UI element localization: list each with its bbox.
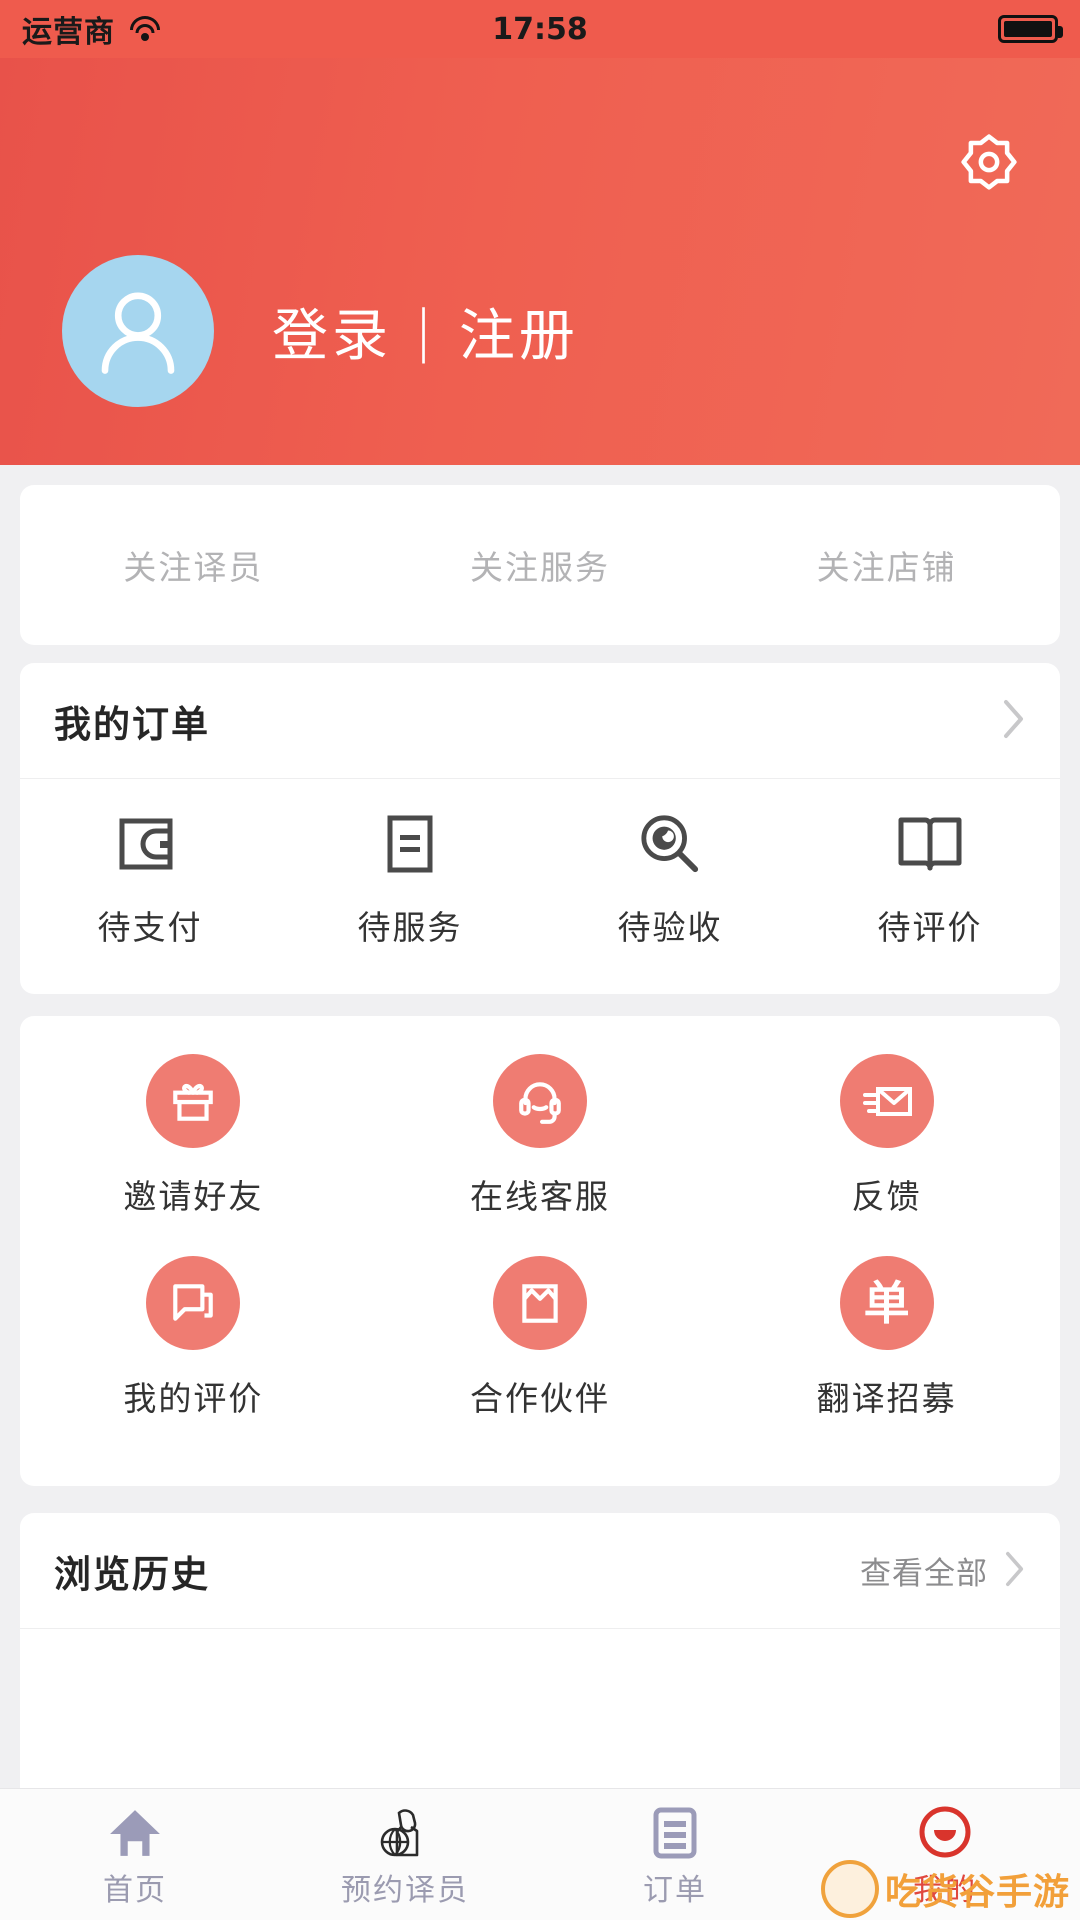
follow-card: 关注译员 关注服务 关注店铺	[20, 485, 1060, 645]
service-feedback[interactable]: 反馈	[713, 1054, 1060, 1218]
clock-label: 17:58	[492, 11, 588, 47]
orders-status-grid: 待支付 待服务 待验收 待评价	[20, 779, 1060, 994]
profile-circle-icon	[918, 1801, 972, 1859]
profile-header: 登录 | 注册	[0, 0, 1080, 465]
app-screen: 登录 | 注册 运营商 17:58 关注译员 关注服务 关注店铺 我的订单 待支…	[0, 0, 1080, 1920]
services-card: 邀请好友 在线客服 反馈 我的评价 合作伙伴 单 翻译招募	[20, 1016, 1060, 1486]
follow-item-shops[interactable]: 关注店铺	[713, 541, 1060, 589]
list-icon	[652, 1801, 698, 1859]
login-register-text[interactable]: 登录 | 注册	[272, 291, 579, 372]
register-label[interactable]: 注册	[459, 291, 579, 372]
follow-item-services[interactable]: 关注服务	[367, 541, 714, 589]
order-status-label: 待验收	[617, 908, 723, 947]
chevron-right-icon[interactable]	[1004, 1551, 1026, 1591]
tab-book-interpreter[interactable]: 预约译员	[270, 1801, 540, 1909]
follow-item-translators[interactable]: 关注译员	[20, 541, 367, 589]
tab-label: 首页	[103, 1872, 167, 1908]
order-status-label: 待服务	[357, 908, 463, 947]
service-my-reviews[interactable]: 我的评价	[20, 1256, 367, 1420]
home-icon	[108, 1801, 162, 1859]
service-online-support[interactable]: 在线客服	[367, 1054, 714, 1218]
tab-home[interactable]: 首页	[0, 1801, 270, 1909]
service-label: 反馈	[851, 1177, 922, 1216]
orders-header[interactable]: 我的订单	[20, 663, 1060, 779]
gift-icon	[146, 1054, 241, 1148]
bottom-navigation: 首页 预约译员 订单 我的	[0, 1788, 1080, 1920]
tab-label: 我的	[913, 1872, 977, 1908]
status-bar-right	[998, 15, 1063, 43]
order-status-pending-payment[interactable]: 待支付	[20, 811, 280, 949]
order-status-pending-acceptance[interactable]: 待验收	[540, 811, 800, 949]
history-header[interactable]: 浏览历史 查看全部	[20, 1513, 1060, 1629]
avatar[interactable]	[62, 255, 214, 407]
shop-icon	[493, 1256, 587, 1350]
order-status-label: 待评价	[877, 908, 983, 947]
login-label[interactable]: 登录	[272, 291, 392, 372]
user-avatar-icon	[101, 292, 175, 374]
service-label: 我的评价	[123, 1379, 264, 1418]
service-partners[interactable]: 合作伙伴	[367, 1256, 714, 1420]
service-translator-recruit[interactable]: 单 翻译招募	[713, 1256, 1060, 1420]
page-title-history: 浏览历史	[54, 1552, 210, 1596]
dan-character-icon: 单	[839, 1256, 934, 1350]
status-bar: 运营商 17:58	[0, 0, 1080, 58]
page-title-orders: 我的订单	[54, 702, 210, 746]
service-label: 合作伙伴	[470, 1379, 610, 1418]
order-status-pending-service[interactable]: 待服务	[280, 811, 540, 949]
interpreter-globe-icon	[377, 1801, 433, 1859]
document-icon	[385, 811, 435, 877]
service-label: 在线客服	[470, 1177, 610, 1216]
battery-full-icon	[998, 15, 1063, 43]
order-status-label: 待支付	[97, 908, 203, 947]
tab-label: 预约译员	[341, 1872, 469, 1908]
login-separator: |	[414, 298, 437, 364]
order-status-pending-review[interactable]: 待评价	[800, 811, 1060, 949]
profile-login-area[interactable]: 登录 | 注册	[62, 255, 579, 407]
envelope-icon	[839, 1054, 934, 1148]
wallet-icon	[118, 811, 182, 877]
service-label: 翻译招募	[816, 1379, 957, 1418]
chat-bubble-icon	[146, 1256, 241, 1350]
tab-label: 订单	[643, 1872, 707, 1908]
view-all-label[interactable]: 查看全部	[860, 1548, 988, 1593]
service-label: 邀请好友	[123, 1177, 264, 1216]
services-row-1: 邀请好友 在线客服 反馈	[20, 1054, 1060, 1218]
tab-orders[interactable]: 订单	[540, 1801, 810, 1909]
gear-icon[interactable]	[960, 133, 1018, 191]
open-book-icon	[897, 811, 963, 877]
magnifier-eye-icon	[639, 811, 701, 877]
service-invite-friends[interactable]: 邀请好友	[20, 1054, 367, 1218]
headset-icon	[493, 1054, 587, 1148]
tab-profile[interactable]: 我的	[810, 1801, 1080, 1909]
services-row-2: 我的评价 合作伙伴 单 翻译招募	[20, 1256, 1060, 1420]
chevron-right-icon[interactable]	[1002, 699, 1026, 743]
